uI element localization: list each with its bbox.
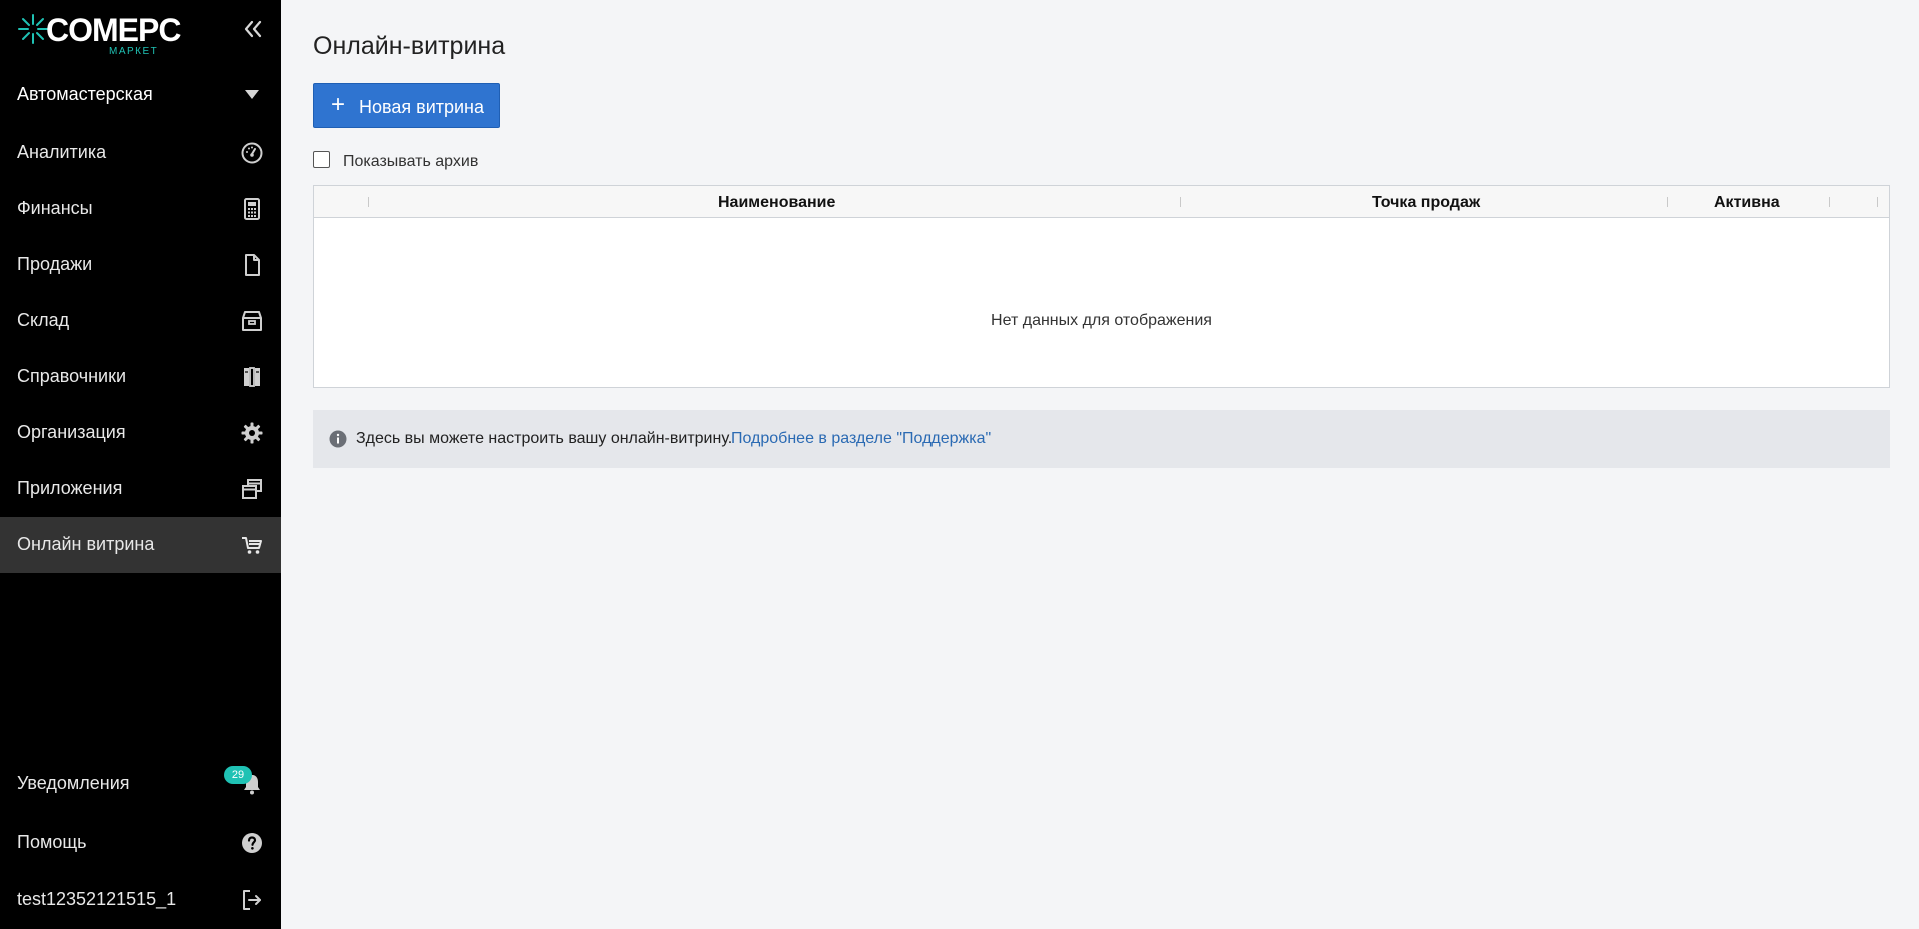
info-icon (329, 430, 347, 448)
warehouse-box-icon (242, 311, 262, 331)
caret-down-icon (245, 90, 259, 99)
column-header-name[interactable]: Наименование (718, 194, 835, 212)
sidebar-item-notifications[interactable]: Уведомления (0, 756, 281, 812)
sidebar-item-references[interactable]: Справочники (0, 349, 281, 405)
new-showcase-button[interactable]: + Новая витрина (313, 83, 500, 128)
company-name: Автомастерская (17, 84, 153, 104)
empty-state-message: Нет данных для отображения (991, 312, 1212, 329)
logout-icon[interactable] (240, 888, 264, 912)
document-icon (245, 254, 260, 276)
column-divider[interactable] (1667, 197, 1668, 207)
logo-burst-icon (18, 14, 48, 44)
sidebar-item-user[interactable]: test12352121515_1 (0, 872, 281, 928)
main-content: Онлайн-витрина + Новая витрина Показыват… (281, 0, 1919, 929)
sidebar-item-finance[interactable]: Финансы (0, 181, 281, 237)
column-header-active[interactable]: Активна (1714, 194, 1780, 212)
sidebar-item-label: Финансы (17, 198, 93, 218)
sidebar-item-apps[interactable]: Приложения (0, 461, 281, 517)
sidebar-item-analytics[interactable]: Аналитика (0, 125, 281, 181)
column-header-sales-point[interactable]: Точка продаж (1372, 194, 1480, 212)
showcase-table: Наименование Точка продаж Активна Нет да… (313, 185, 1890, 388)
windows-stack-icon (242, 479, 262, 499)
sidebar-item-label: Организация (17, 422, 126, 442)
sidebar-item-label: Онлайн витрина (17, 534, 155, 554)
books-icon (244, 367, 260, 387)
column-divider[interactable] (1180, 197, 1181, 207)
sidebar-item-label: Аналитика (17, 142, 107, 162)
sidebar-item-label: Уведомления (17, 773, 130, 793)
question-circle-icon (242, 833, 262, 853)
sidebar-item-label: Справочники (17, 366, 127, 386)
sidebar-item-label: Приложения (17, 478, 123, 498)
info-banner: Здесь вы можете настроить вашу онлайн-ви… (313, 410, 1890, 468)
sidebar-item-organization[interactable]: Организация (0, 405, 281, 461)
brand-subtitle: МАРКЕТ (109, 46, 159, 57)
column-divider[interactable] (1829, 197, 1830, 207)
calculator-icon (244, 198, 260, 220)
table-header: Наименование Точка продаж Активна (314, 186, 1889, 218)
company-selector[interactable]: Автомастерская (0, 76, 281, 114)
info-text: Здесь вы можете настроить вашу онлайн-ви… (356, 430, 733, 447)
shopping-cart-icon (242, 537, 262, 554)
plus-icon: + (331, 91, 346, 118)
sidebar-item-help[interactable]: Помощь (0, 815, 281, 871)
sidebar: COMEPC МАРКЕТ Автомастерская Аналитика Ф… (0, 0, 281, 929)
show-archive-checkbox[interactable] (313, 151, 330, 168)
sidebar-item-label: Склад (17, 310, 70, 330)
gear-icon (241, 422, 263, 444)
dashboard-gauge-icon (241, 142, 263, 164)
sidebar-item-label: Продажи (17, 254, 93, 274)
sidebar-item-label: Помощь (17, 832, 87, 852)
column-divider[interactable] (368, 197, 369, 207)
sidebar-item-sales[interactable]: Продажи (0, 237, 281, 293)
new-showcase-label: Новая витрина (359, 97, 485, 117)
user-name: test12352121515_1 (17, 889, 177, 909)
sidebar-item-warehouse[interactable]: Склад (0, 293, 281, 349)
brand-name: COMEPC (46, 12, 181, 48)
show-archive-label: Показывать архив (343, 153, 479, 170)
column-divider[interactable] (1877, 197, 1878, 207)
notifications-badge: 29 (224, 766, 252, 784)
double-chevron-left-icon[interactable] (240, 16, 266, 42)
sidebar-header: COMEPC МАРКЕТ (0, 0, 281, 70)
page-title: Онлайн-витрина (313, 32, 506, 60)
sidebar-item-online-showcase[interactable]: Онлайн витрина (0, 517, 281, 573)
support-link[interactable]: Подробнее в разделе "Поддержка" (731, 430, 991, 448)
